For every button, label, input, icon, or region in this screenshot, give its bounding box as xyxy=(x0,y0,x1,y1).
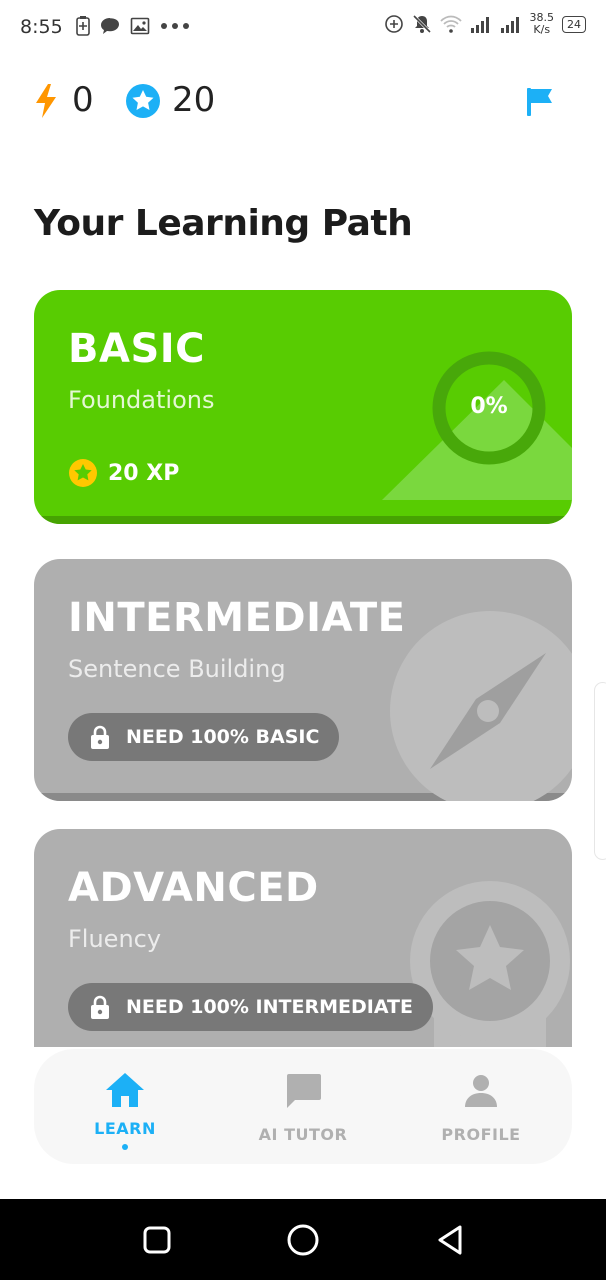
lock-requirement-text: NEED 100% BASIC xyxy=(126,726,320,748)
chat-icon xyxy=(287,1074,321,1108)
notification-icons xyxy=(76,16,192,36)
level-card-advanced[interactable]: ADVANCED Fluency NEED 100% INTERMEDIATE xyxy=(34,829,572,1047)
stars-counter[interactable] xyxy=(126,84,160,122)
level-title: INTERMEDIATE xyxy=(68,595,406,641)
more-dots-icon xyxy=(161,23,189,29)
lock-requirement-badge: NEED 100% INTERMEDIATE xyxy=(68,983,433,1031)
bottom-navigation: LEARN AI TUTOR PROFILE xyxy=(34,1049,572,1164)
home-icon xyxy=(106,1073,144,1107)
mute-icon xyxy=(412,14,431,34)
level-subtitle: Foundations xyxy=(68,386,215,414)
level-subtitle: Sentence Building xyxy=(68,655,286,683)
level-subtitle: Fluency xyxy=(68,925,162,953)
data-saver-icon xyxy=(384,15,403,33)
nav-label: PROFILE xyxy=(441,1125,521,1144)
signal-icon xyxy=(470,17,489,33)
card-shadow xyxy=(34,516,572,524)
active-indicator-dot xyxy=(122,1144,128,1150)
chat-bubble-icon xyxy=(101,18,119,34)
home-circle-icon[interactable] xyxy=(286,1223,320,1257)
lightning-icon xyxy=(36,84,56,118)
progress-label: 0% xyxy=(470,394,508,419)
nav-label: AI TUTOR xyxy=(258,1125,348,1144)
battery-level: 24 xyxy=(567,17,581,31)
signal-icon xyxy=(500,17,519,33)
recents-icon[interactable] xyxy=(143,1226,171,1254)
lock-icon xyxy=(91,725,109,749)
nav-item-profile[interactable]: PROFILE xyxy=(406,1071,556,1144)
xp-value: 20 XP xyxy=(108,460,180,486)
battery-icon: 24 xyxy=(562,15,586,33)
xp-badge: 20 XP xyxy=(68,458,179,488)
level-title: ADVANCED xyxy=(68,865,319,911)
clock: 8:55 xyxy=(20,16,63,38)
level-card-basic[interactable]: 0% BASIC Foundations 20 XP xyxy=(34,290,572,524)
level-card-intermediate[interactable]: INTERMEDIATE Sentence Building NEED 100%… xyxy=(34,559,572,801)
star-badge-icon xyxy=(126,84,160,118)
battery-saver-icon xyxy=(76,16,90,36)
coin-star-icon xyxy=(69,459,97,487)
image-icon xyxy=(130,17,150,35)
compass-icon xyxy=(390,611,572,801)
stars-value: 20 xyxy=(172,80,216,120)
nav-item-learn[interactable]: LEARN xyxy=(50,1071,200,1150)
network-speed-unit: K/s xyxy=(533,23,551,36)
level-title: BASIC xyxy=(68,326,205,372)
person-icon xyxy=(465,1075,497,1107)
back-triangle-icon[interactable] xyxy=(436,1224,464,1256)
flag-icon xyxy=(527,88,552,116)
streak-value: 0 xyxy=(72,80,94,120)
status-bar: 8:55 38.5 K/s 24 xyxy=(0,0,606,56)
nav-label: LEARN xyxy=(94,1119,156,1138)
system-navigation-bar xyxy=(0,1199,606,1280)
streak-counter[interactable] xyxy=(34,84,58,122)
system-status-icons: 38.5 K/s 24 xyxy=(384,12,586,36)
lock-requirement-text: NEED 100% INTERMEDIATE xyxy=(126,996,413,1018)
wifi-icon xyxy=(439,15,462,33)
medal-icon xyxy=(410,881,570,1047)
network-speed: 38.5 K/s xyxy=(530,12,555,36)
flag-button[interactable] xyxy=(526,86,554,120)
nav-item-ai-tutor[interactable]: AI TUTOR xyxy=(228,1071,378,1144)
lock-requirement-badge: NEED 100% BASIC xyxy=(68,713,340,761)
lock-icon xyxy=(91,995,109,1019)
page-title: Your Learning Path xyxy=(34,203,413,244)
edge-handle[interactable] xyxy=(594,682,606,860)
